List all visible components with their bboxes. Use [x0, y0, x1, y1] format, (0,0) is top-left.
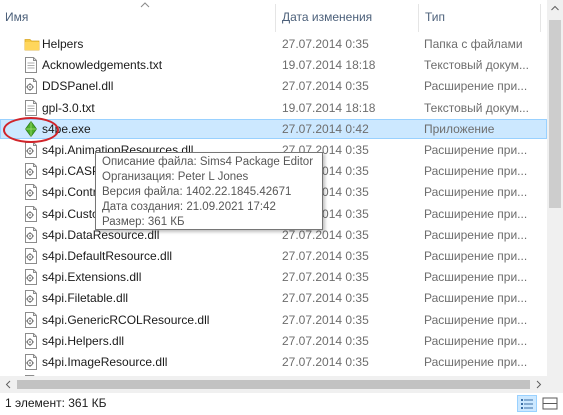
column-name-header[interactable]: Имя	[5, 0, 28, 34]
details-view-icon	[521, 399, 533, 409]
dll-file-icon	[24, 184, 38, 201]
scroll-left-arrow-icon[interactable]	[0, 376, 17, 393]
file-row[interactable]: gpl-3.0.txt 19.07.2014 18:18 Текстовый док…	[0, 98, 547, 118]
scrollbar-corner	[547, 376, 563, 393]
file-type: Расширение при...	[424, 143, 528, 157]
dll-file-icon	[24, 311, 38, 328]
file-type: Расширение при...	[424, 79, 528, 94]
tooltip-organization: Организация: Peter L Jones	[102, 171, 249, 183]
file-type: Текстовый докум...	[424, 58, 529, 73]
file-date-modified: 27.07.2014 0:35	[282, 312, 369, 327]
file-type: Расширение при...	[424, 206, 528, 221]
file-row[interactable]: s4pi.DefaultResource.dll 27.07.2014 0:35 Р…	[0, 246, 547, 266]
file-date-modified: 19.07.2014 18:18	[282, 58, 376, 73]
file-type: Расширение при...	[424, 312, 528, 327]
text-file-icon	[24, 57, 38, 74]
file-type: Расширение при...	[424, 355, 528, 369]
file-type: Расширение при...	[424, 249, 528, 263]
file-row[interactable]: s4pi.Helpers.dll 27.07.2014 0:35 Расширени…	[0, 331, 547, 351]
large-icons-view-icon	[542, 397, 558, 410]
file-row[interactable]: Helpers 27.07.2014 0:35 Папка с файлами	[0, 34, 547, 54]
file-name: s4pi.Contr	[42, 185, 97, 200]
large-icons-view-button[interactable]	[540, 395, 560, 412]
dll-file-icon	[24, 290, 38, 307]
file-row[interactable]: s4pi.Filetable.dll 27.07.2014 0:35 Расшире…	[0, 288, 547, 308]
tooltip-size: Размер: 361 КБ	[102, 216, 185, 228]
dll-file-icon	[24, 354, 38, 370]
file-type: Расширение при...	[424, 333, 528, 348]
dll-file-icon	[24, 163, 38, 180]
file-row[interactable]: s4pi.Extensions.dll 27.07.2014 0:35 Расшир…	[0, 267, 547, 287]
column-date-header[interactable]: Дата изменения	[282, 0, 372, 34]
file-name: DDSPanel.dll	[42, 79, 114, 94]
horizontal-scrollbar-thumb[interactable]	[17, 380, 530, 389]
scroll-up-arrow-icon[interactable]	[547, 0, 563, 17]
file-name: s4pi.GenericRCOLResource.dll	[42, 312, 210, 327]
file-date-modified: 27.07.2014 0:35	[282, 270, 369, 285]
column-divider[interactable]	[540, 4, 541, 32]
file-type: Расширение при...	[424, 164, 528, 179]
file-name: s4pi.Filetable.dll	[42, 291, 129, 306]
file-row[interactable]: Acknowledgements.txt 19.07.2014 18:18 Текс…	[0, 55, 547, 75]
tooltip-created: Дата создания: 21.09.2021 17:42	[102, 201, 276, 213]
tooltip-description: Описание файла: Sims4 Package Editor	[102, 156, 314, 168]
file-name: Acknowledgements.txt	[42, 58, 163, 73]
file-type: Текстовый докум...	[424, 100, 529, 115]
dll-file-icon	[24, 205, 38, 222]
folder-icon	[24, 36, 40, 52]
file-name: s4pi.Helpers.dll	[42, 333, 125, 348]
file-date-modified: 27.07.2014 0:35	[282, 79, 369, 94]
dll-file-icon	[24, 248, 38, 264]
file-date-modified: 27.07.2014 0:35	[282, 333, 369, 348]
file-name: s4pi.Custo	[42, 206, 99, 221]
horizontal-scrollbar[interactable]	[0, 376, 547, 393]
dll-file-icon	[24, 142, 38, 158]
file-name: s4pi.ImageResource.dll	[42, 355, 168, 369]
file-date-modified: 27.07.2014 0:42	[282, 121, 369, 136]
file-type: Приложение	[424, 121, 495, 136]
status-bar: 1 элемент: 361 КБ	[0, 393, 563, 414]
file-type: Расширение при...	[424, 227, 528, 242]
column-type-header[interactable]: Тип	[425, 0, 445, 34]
file-type: Расширение при...	[424, 270, 528, 285]
file-name: gpl-3.0.txt	[42, 100, 95, 115]
scroll-right-arrow-icon[interactable]	[530, 376, 547, 393]
file-row[interactable]: s4pe.exe 27.07.2014 0:42 Приложение	[0, 118, 547, 139]
vertical-scrollbar-thumb[interactable]	[549, 20, 561, 208]
dll-file-icon	[24, 332, 38, 349]
file-row[interactable]: s4pi.GenericRCOLResource.dll 27.07.2014 0…	[0, 310, 547, 330]
vertical-scrollbar[interactable]	[547, 0, 563, 376]
details-view-button[interactable]	[517, 395, 537, 412]
file-date-modified: 27.07.2014 0:35	[282, 37, 369, 51]
tooltip-version: Версия файла: 1402.22.1845.42671	[102, 186, 292, 198]
file-name: Helpers	[42, 37, 84, 51]
column-header: Имя Дата изменения Тип	[0, 0, 547, 34]
file-date-modified: 19.07.2014 18:18	[282, 100, 376, 115]
file-type: Папка с файлами	[424, 37, 523, 51]
status-text: 1 элемент: 361 КБ	[5, 396, 107, 410]
file-date-modified: 27.07.2014 0:35	[282, 291, 369, 306]
annotation-ring	[3, 117, 59, 143]
column-divider[interactable]	[275, 4, 276, 32]
file-type: Расширение при...	[424, 185, 528, 200]
sort-ascending-icon	[140, 2, 150, 8]
file-row[interactable]: s4pi.ImageResource.dll 27.07.2014 0:35 Рас…	[0, 352, 547, 372]
dll-file-icon	[24, 269, 38, 286]
file-info-tooltip: Описание файла: Sims4 Package Editor Орг…	[95, 152, 323, 230]
file-name: s4pi.DefaultResource.dll	[42, 249, 173, 263]
file-date-modified: 27.07.2014 0:35	[282, 355, 369, 369]
text-file-icon	[24, 99, 38, 116]
file-name: s4pi.Extensions.dll	[42, 270, 142, 285]
dll-file-icon	[24, 78, 38, 95]
column-divider[interactable]	[418, 4, 419, 32]
file-date-modified: 27.07.2014 0:35	[282, 249, 369, 263]
file-type: Расширение при...	[424, 291, 528, 306]
dll-file-icon	[24, 226, 38, 243]
file-row[interactable]: DDSPanel.dll 27.07.2014 0:35 Расширение пр…	[0, 76, 547, 96]
